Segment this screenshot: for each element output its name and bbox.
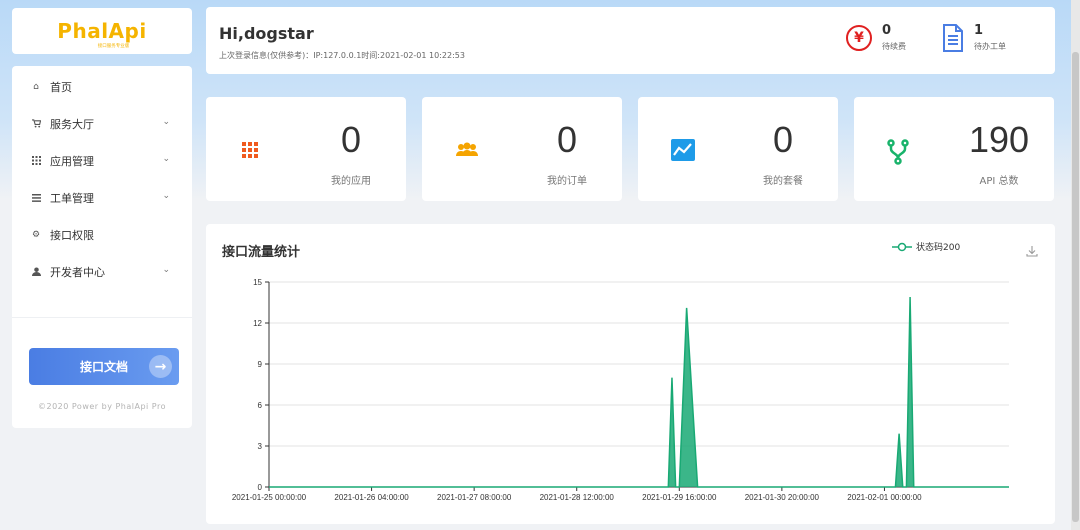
card-my-apps[interactable]: 0 我的应用 [206,97,406,201]
x-tick-label: 2021-01-27 08:00:00 [437,493,512,502]
logo[interactable]: PhalApi 接口服务专业版 [12,8,192,54]
user-icon [30,267,42,276]
y-tick-label: 12 [253,319,262,328]
pending-renewal[interactable]: ¥ 0 待续费 [846,24,906,52]
api-docs-button[interactable]: 接口文档 → [29,348,179,385]
chevron-down-icon: ⌄ [162,191,170,201]
logo-subtitle: 接口服务专业版 [97,43,130,49]
header: Hi,dogstar 上次登录信息(仅供参考)：IP:127.0.0.1时间:2… [206,7,1055,74]
sidebar-item-home[interactable]: ⌂ 首页 [12,68,192,105]
card-label: API 总数 [979,176,1019,187]
sidebar-divider [12,317,192,318]
card-value: 0 [340,119,362,160]
yen-icon: ¥ [846,25,872,51]
card-label: 我的套餐 [763,176,803,187]
card-value: 190 [968,119,1030,160]
x-tick-label: 2021-01-25 00:00:00 [232,493,307,502]
chevron-down-icon: ⌄ [162,265,170,275]
grid-icon [30,156,42,165]
sidebar-item-app-management[interactable]: 应用管理 ⌄ [12,142,192,179]
pending-tickets[interactable]: 1 待办工单 [942,24,1006,52]
sidebar-item-label: 接口权限 [50,228,94,242]
greeting: Hi,dogstar [219,24,314,43]
last-login-info: 上次登录信息(仅供参考)：IP:127.0.0.1时间:2021-02-01 1… [219,51,465,60]
y-tick-label: 0 [258,483,263,492]
pending-tickets-count: 1 [974,23,984,38]
scrollbar-thumb[interactable] [1072,52,1079,522]
copyright: ©2020 Power by PhalApi Pro [37,402,166,411]
sidebar-item-api-permission[interactable]: ⚙ 接口权限 [12,216,192,253]
cart-icon [30,119,42,128]
sidebar-item-label: 工单管理 [50,191,94,205]
chevron-down-icon: ⌄ [162,117,170,127]
x-tick-label: 2021-01-28 12:00:00 [540,493,615,502]
sidebar-item-label: 服务大厅 [50,117,94,131]
y-tick-label: 3 [258,442,263,451]
arrow-right-icon: → [149,355,172,378]
traffic-area-chart: 0 3 6 9 12 15 2021-01-25 00:00:00 2021-01-26 04… [232,278,1009,502]
y-tick-label: 6 [258,401,263,410]
x-tick-label: 2021-01-30 20:00:00 [745,493,820,502]
card-my-orders[interactable]: 0 我的订单 [422,97,622,201]
trend-chart-icon [671,139,695,161]
y-tick-label: 15 [253,278,262,287]
traffic-chart-card: 接口流量统计 状态码200 0 3 6 9 12 15 2021-01-25 00:00:0… [206,224,1055,524]
document-icon [942,24,964,52]
pending-renewal-count: 0 [882,23,892,38]
x-tick-label: 2021-01-29 16:00:00 [642,493,717,502]
pending-renewal-label: 待续费 [882,42,906,51]
branch-icon [887,139,909,165]
y-tick-label: 9 [258,360,263,369]
api-docs-button-label: 接口文档 [79,360,128,374]
x-tick-label: 2021-01-26 04:00:00 [334,493,409,502]
sidebar-item-label: 首页 [50,80,72,94]
sidebar-item-service-hall[interactable]: 服务大厅 ⌄ [12,105,192,142]
sidebar-item-developer-center[interactable]: 开发者中心 ⌄ [12,253,192,290]
sidebar-item-ticket-management[interactable]: 工单管理 ⌄ [12,179,192,216]
gear-icon: ⚙ [31,229,41,240]
card-label: 我的应用 [331,176,371,187]
sidebar-item-label: 应用管理 [50,154,94,168]
x-tick-label: 2021-02-01 00:00:00 [847,493,922,502]
list-icon [30,193,42,202]
card-value: 0 [556,119,578,160]
pending-tickets-label: 待办工单 [974,42,1006,51]
apps-grid-icon [239,139,261,161]
series-line [269,297,1009,488]
page-scrollbar[interactable] [1071,0,1080,530]
logo-text: PhalApi [57,19,147,43]
sidebar: ⌂ 首页 服务大厅 ⌄ 应用管理 ⌄ 工单管理 ⌄ ⚙ 接口权限 开发者中心 ⌄… [12,66,192,428]
card-value: 0 [772,119,794,160]
card-my-packages[interactable]: 0 我的套餐 [638,97,838,201]
card-api-total[interactable]: 190 API 总数 [854,97,1054,201]
home-icon: ⌂ [33,81,39,92]
sidebar-item-label: 开发者中心 [50,265,105,279]
users-icon [455,139,478,161]
card-label: 我的订单 [547,176,587,187]
chevron-down-icon: ⌄ [162,154,170,164]
